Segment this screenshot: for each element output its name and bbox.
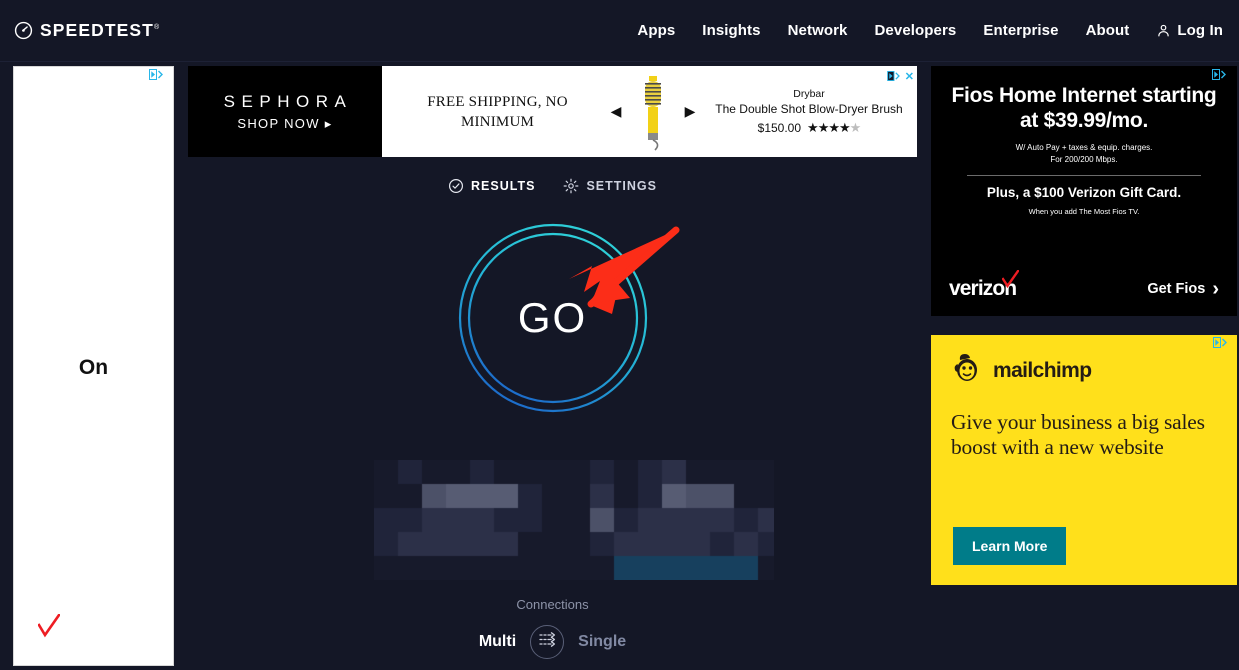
connections-row: Multi xyxy=(188,625,917,659)
chevron-right-icon: ▸ xyxy=(325,116,333,132)
main-nav: Apps Insights Network Developers Enterpr… xyxy=(637,22,1223,39)
product-name: The Double Shot Blow-Dryer Brush xyxy=(701,102,917,116)
product-brand: Drybar xyxy=(701,88,917,100)
logo-text: SPEEDTEST® xyxy=(40,20,160,41)
speedtest-page: SPEEDTEST® Apps Insights Network Develop… xyxy=(0,0,1239,670)
left-sidebar-ad[interactable]: On xyxy=(13,66,174,666)
nav-item-apps[interactable]: Apps xyxy=(637,22,675,39)
carousel-next-button[interactable]: ▶ xyxy=(679,103,701,120)
close-icon[interactable]: ✕ xyxy=(905,72,914,83)
verizon-sub2: For 200/200 Mbps. xyxy=(950,154,1218,165)
divider xyxy=(967,175,1201,176)
product-rating-stars: ★★★★★ xyxy=(807,120,860,136)
banner-product-info: Drybar The Double Shot Blow-Dryer Brush … xyxy=(701,88,917,136)
speedtest-tabs: RESULTS SETTINGS xyxy=(188,178,917,194)
go-button[interactable]: GO xyxy=(457,222,649,414)
speedtest-main: RESULTS SETTINGS xyxy=(188,160,917,670)
login-label: Log In xyxy=(1177,22,1223,39)
right-sidebar-ads: Fios Home Internet starting at $39.99/mo… xyxy=(931,66,1237,585)
connections-toggle[interactable] xyxy=(530,625,564,659)
go-button-label: GO xyxy=(457,294,649,342)
get-fios-button[interactable]: Get Fios › xyxy=(1147,278,1219,301)
connections-control: Connections Multi xyxy=(188,597,917,659)
tab-results[interactable]: RESULTS xyxy=(448,178,535,194)
verizon-headline: Fios Home Internet starting at $39.99/mo… xyxy=(950,83,1218,133)
verizon-plus-line: Plus, a $100 Verizon Gift Card. xyxy=(950,185,1218,200)
blow-dryer-brush-icon xyxy=(627,73,679,151)
nav-item-insights[interactable]: Insights xyxy=(702,22,760,39)
product-price-row: $150.00 ★★★★★ xyxy=(701,120,917,136)
tab-settings-label: SETTINGS xyxy=(586,179,657,193)
verizon-sub1: W/ Auto Pay + taxes & equip. charges. xyxy=(950,142,1218,153)
learn-more-button[interactable]: Learn More xyxy=(953,527,1066,565)
connections-label: Connections xyxy=(188,597,917,612)
verizon-ad-body: Fios Home Internet starting at $39.99/mo… xyxy=(932,67,1236,216)
speedometer-icon xyxy=(14,21,33,40)
redacted-server-info xyxy=(374,460,774,580)
mailchimp-wordmark: mailchimp xyxy=(993,359,1091,383)
nav-item-developers[interactable]: Developers xyxy=(875,22,957,39)
verizon-fios-ad[interactable]: Fios Home Internet starting at $39.99/mo… xyxy=(931,66,1237,316)
mailchimp-copy: Give your business a big sales boost wit… xyxy=(931,390,1237,460)
product-price: $150.00 xyxy=(758,121,801,135)
top-banner-ad[interactable]: SEPHORA SHOP NOW ▸ FREE SHIPPING, NO MIN… xyxy=(188,66,917,157)
mailchimp-monkey-icon xyxy=(951,351,985,390)
user-icon xyxy=(1156,23,1171,38)
site-header: SPEEDTEST® Apps Insights Network Develop… xyxy=(0,0,1239,62)
verizon-logo: verizon xyxy=(949,277,1016,301)
banner-adchoices-row: ✕ xyxy=(887,68,914,86)
banner-headline: FREE SHIPPING, NO MINIMUM xyxy=(390,92,605,132)
nav-item-enterprise[interactable]: Enterprise xyxy=(983,22,1058,39)
adchoices-icon[interactable] xyxy=(1212,69,1234,80)
login-button[interactable]: Log In xyxy=(1156,22,1223,39)
mailchimp-logo-row: mailchimp xyxy=(931,335,1237,390)
sephora-wordmark: SEPHORA xyxy=(218,92,353,112)
adchoices-icon[interactable] xyxy=(149,69,171,80)
tab-settings[interactable]: SETTINGS xyxy=(563,178,657,194)
carousel-prev-button[interactable]: ◀ xyxy=(605,103,627,120)
adchoices-icon[interactable] xyxy=(1213,337,1235,348)
chevron-right-icon: › xyxy=(1212,278,1219,301)
verizon-check-icon xyxy=(38,614,60,643)
speedtest-logo[interactable]: SPEEDTEST® xyxy=(14,20,160,41)
connections-single-label[interactable]: Single xyxy=(578,633,626,651)
banner-content: FREE SHIPPING, NO MINIMUM ◀ xyxy=(382,66,917,157)
verizon-ad-footer: verizon Get Fios › xyxy=(932,277,1236,301)
multi-connection-icon xyxy=(538,631,557,653)
adchoices-icon[interactable] xyxy=(887,68,901,86)
check-circle-icon xyxy=(448,178,464,194)
verizon-check-icon xyxy=(1002,270,1019,294)
nav-item-about[interactable]: About xyxy=(1086,22,1130,39)
tab-results-label: RESULTS xyxy=(471,179,535,193)
nav-item-network[interactable]: Network xyxy=(788,22,848,39)
mailchimp-ad[interactable]: mailchimp Give your business a big sales… xyxy=(931,335,1237,585)
shop-now-link[interactable]: SHOP NOW ▸ xyxy=(237,116,332,132)
gear-icon xyxy=(563,178,579,194)
left-ad-headline: On xyxy=(14,356,173,380)
go-button-area: GO xyxy=(188,222,917,442)
connections-multi-label[interactable]: Multi xyxy=(479,633,516,651)
get-fios-label: Get Fios xyxy=(1147,281,1205,297)
shop-now-label: SHOP NOW xyxy=(237,116,319,131)
sephora-brand-panel: SEPHORA SHOP NOW ▸ xyxy=(188,66,382,157)
verizon-note: When you add The Most Fios TV. xyxy=(950,207,1218,216)
